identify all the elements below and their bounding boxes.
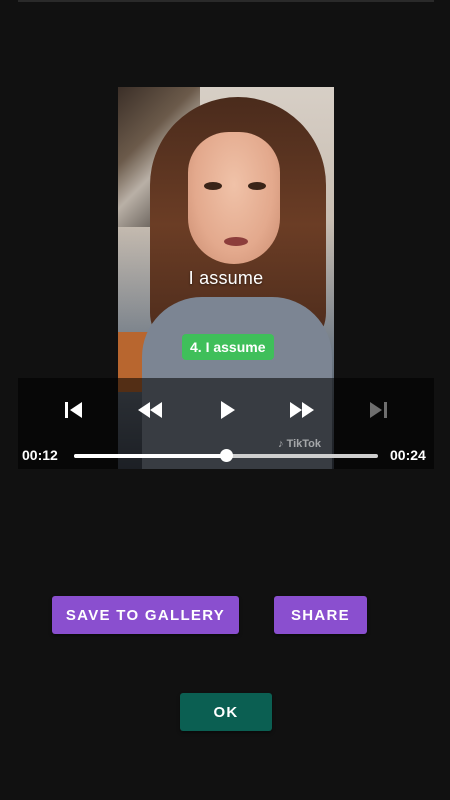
save-to-gallery-button[interactable]: SAVE TO GALLERY xyxy=(52,596,239,634)
tiktok-watermark: ♪ TikTok xyxy=(278,438,321,450)
skip-next-icon xyxy=(370,402,387,418)
play-button[interactable] xyxy=(208,396,248,424)
skip-next-button[interactable] xyxy=(358,396,398,424)
screen: I assume 4. I assume 00:12 00:24 ♪ TikTo… xyxy=(0,0,450,800)
rewind-icon xyxy=(138,402,162,418)
mouth xyxy=(224,237,248,246)
eye-right xyxy=(248,182,266,190)
fast-forward-icon xyxy=(290,402,314,418)
total-time: 00:24 xyxy=(390,447,426,463)
seek-bar[interactable] xyxy=(74,449,378,462)
subtitle-text: I assume xyxy=(188,268,264,288)
watermark-text: TikTok xyxy=(286,438,321,450)
skip-previous-icon xyxy=(65,402,82,418)
ok-button[interactable]: OK xyxy=(180,693,272,731)
subtitle-badge: 4. I assume xyxy=(182,334,274,360)
share-button[interactable]: SHARE xyxy=(274,596,367,634)
eye-left xyxy=(204,182,222,190)
skip-previous-button[interactable] xyxy=(54,396,94,424)
fast-forward-button[interactable] xyxy=(282,396,322,424)
top-divider xyxy=(18,0,434,2)
current-time: 00:12 xyxy=(22,447,58,463)
tiktok-logo-icon: ♪ xyxy=(278,438,284,450)
play-icon xyxy=(221,401,235,419)
rewind-button[interactable] xyxy=(130,396,170,424)
seek-thumb[interactable] xyxy=(220,449,233,462)
player-controls: 00:12 00:24 xyxy=(18,378,434,469)
seek-progress xyxy=(74,454,226,458)
